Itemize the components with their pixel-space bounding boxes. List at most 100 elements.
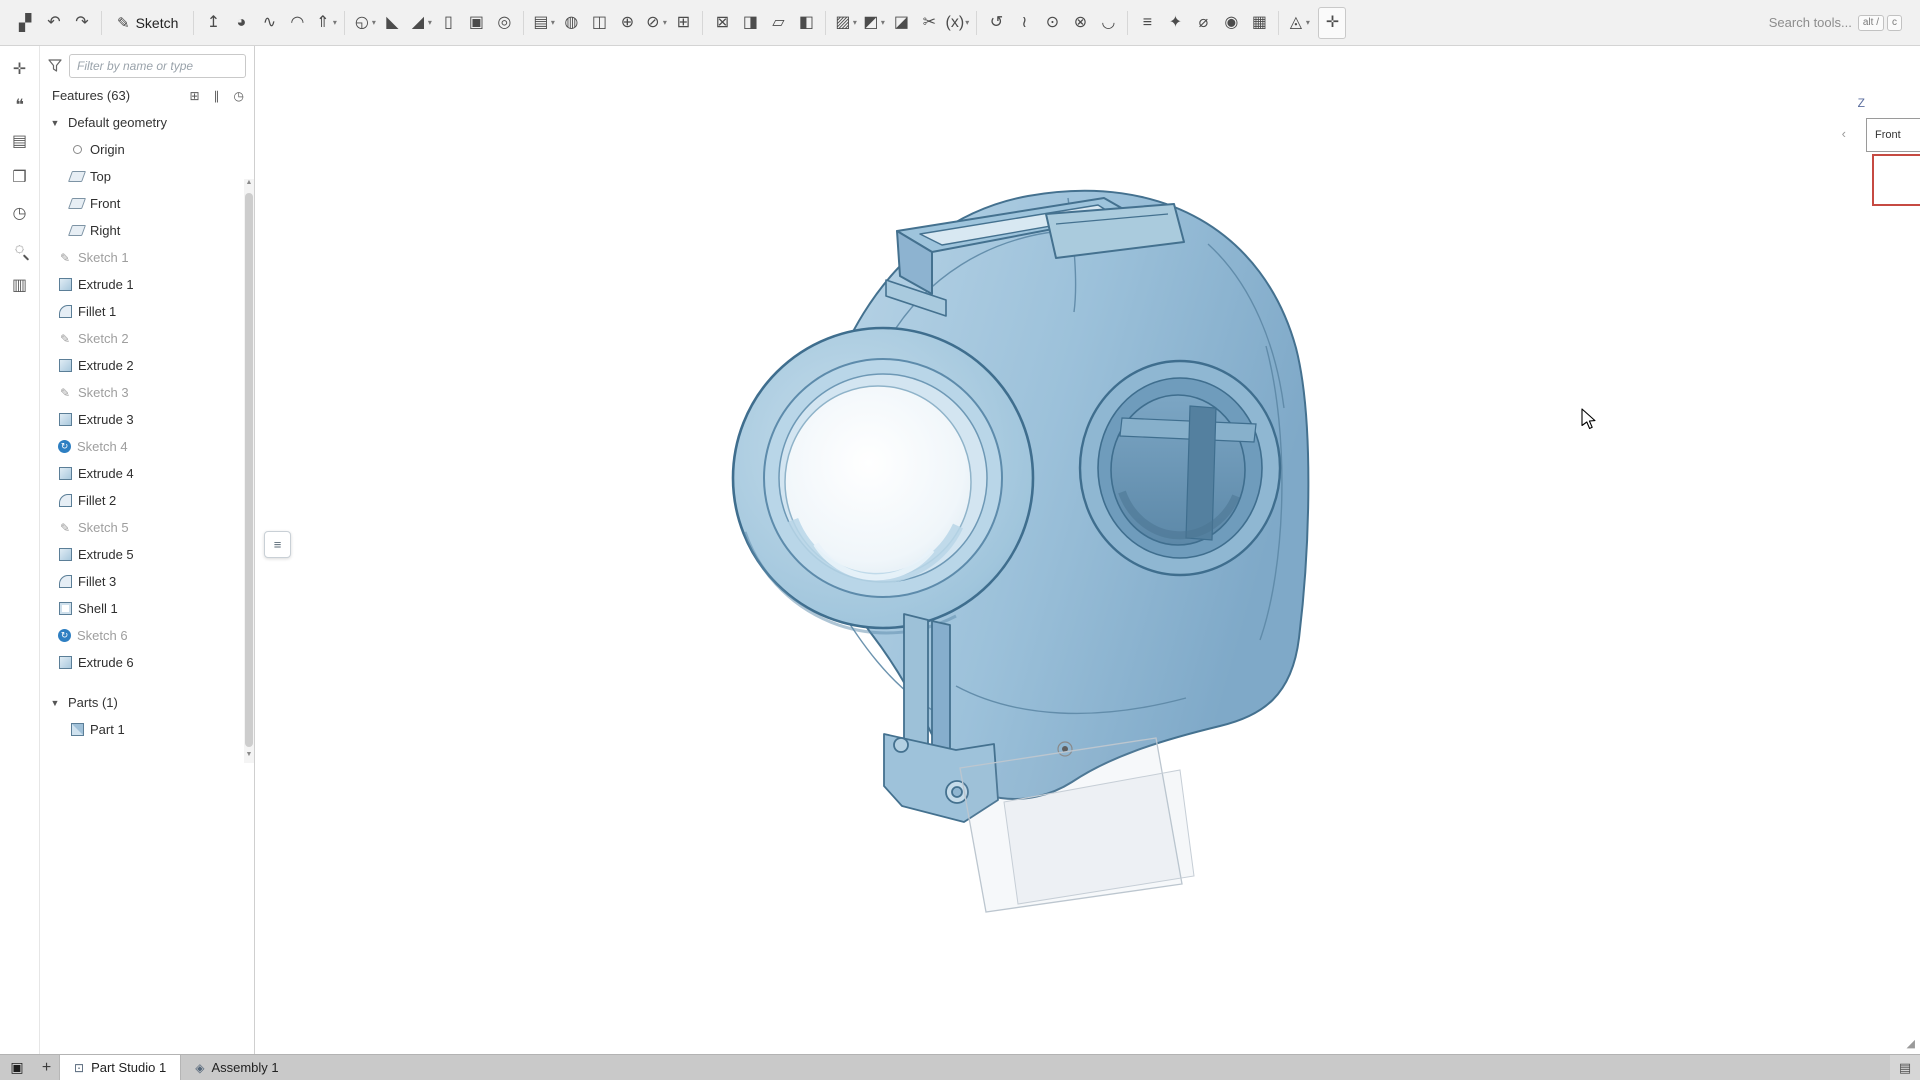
feature-row[interactable]: ✎Sketch 1 (40, 244, 254, 271)
chevron-down-icon[interactable]: ▼ (48, 118, 62, 128)
parts-list-button[interactable]: ❒ (4, 160, 36, 196)
feature-row[interactable]: Extrude 5 (40, 541, 254, 568)
offset-surface-button[interactable]: ▱ (764, 7, 792, 39)
feature-row[interactable]: Right (40, 217, 254, 244)
redo-button[interactable]: ↷ (68, 7, 96, 39)
extend-surface-button[interactable]: ◪ (887, 7, 915, 39)
parts-group[interactable]: ▼ Parts (1) (40, 689, 254, 716)
project-curve-button[interactable]: ⊙ (1038, 7, 1066, 39)
feature-row[interactable]: Part 1 (40, 716, 254, 743)
view-cube-front-face[interactable]: Front (1866, 118, 1920, 152)
feature-row[interactable]: ↻Sketch 6 (40, 622, 254, 649)
transform-button[interactable]: ⊞ (669, 7, 697, 39)
feature-row[interactable]: Extrude 4 (40, 460, 254, 487)
app-menu-icon[interactable]: ▞ (10, 7, 40, 39)
feature-row[interactable]: Extrude 3 (40, 406, 254, 433)
tab-part-studio[interactable]: ⊡ Part Studio 1 (60, 1055, 181, 1080)
feature-row[interactable]: Top (40, 163, 254, 190)
hole-button[interactable]: ◎ (490, 7, 518, 39)
tab-manager-button[interactable]: ▤ (1890, 1055, 1920, 1080)
search-button[interactable]: ◌ (4, 232, 36, 268)
frame-button[interactable]: ▦ (1245, 7, 1273, 39)
plane-icon (70, 197, 84, 211)
view-cube-edge[interactable] (1872, 154, 1920, 206)
suppress-icon[interactable]: ∥ (214, 89, 220, 103)
measure-button[interactable]: ⌀ (1189, 7, 1217, 39)
document-panel-button[interactable]: ▤ (4, 124, 36, 160)
feature-row[interactable]: Fillet 2 (40, 487, 254, 514)
rollback-icon[interactable]: ◷ (234, 89, 244, 103)
feature-list-button[interactable]: ▥ (4, 268, 36, 304)
extrude-button[interactable]: ↥ (199, 7, 227, 39)
search-tools[interactable]: Search tools... alt /c (1769, 15, 1910, 31)
move-face-button[interactable]: ◨ (736, 7, 764, 39)
draft-button[interactable]: ◢▾ (406, 7, 434, 39)
viewport[interactable]: ≡ Z ‹ Front ◢ (256, 46, 1920, 1054)
loft-button[interactable]: ◠ (283, 7, 311, 39)
feature-row[interactable]: Front (40, 190, 254, 217)
helix-button[interactable]: ↺ (982, 7, 1010, 39)
mate-connector-button[interactable]: ◉ (1217, 7, 1245, 39)
boolean-button[interactable]: ⊕ (613, 7, 641, 39)
split-button[interactable]: ⊘▾ (641, 7, 669, 39)
feature-row[interactable]: Extrude 1 (40, 271, 254, 298)
comment-button[interactable]: ❝ (4, 88, 36, 124)
undo-button[interactable]: ↶ (40, 7, 68, 39)
fillet-button[interactable]: ◵▾ (350, 7, 378, 39)
variable-button[interactable]: (x)▾ (943, 7, 971, 39)
thicken-button[interactable]: ⇑▾ (311, 7, 339, 39)
rib-button[interactable]: ▯ (434, 7, 462, 39)
linear-pattern-button[interactable]: ▤▾ (529, 7, 557, 39)
sweep-button[interactable]: ∿ (255, 7, 283, 39)
resize-corner-icon[interactable]: ◢ (1907, 1037, 1915, 1050)
chevron-down-icon[interactable]: ▼ (48, 698, 62, 708)
shell-button[interactable]: ▣ (462, 7, 490, 39)
boundary-surface-button[interactable]: ◩▾ (859, 7, 887, 39)
fill-surface-button[interactable]: ▨▾ (831, 7, 859, 39)
rollback-bar-handle[interactable]: ≡ (264, 531, 291, 558)
delete-part-button[interactable]: ⊠ (708, 7, 736, 39)
feature-row[interactable]: Fillet 1 (40, 298, 254, 325)
scroll-down-icon[interactable]: ▼ (244, 751, 254, 763)
feature-row[interactable]: Extrude 2 (40, 352, 254, 379)
replace-face-button[interactable]: ◧ (792, 7, 820, 39)
feature-row[interactable]: ✎Sketch 5 (40, 514, 254, 541)
default-geometry-group[interactable]: ▼ Default geometry (40, 109, 254, 136)
bridging-curve-button[interactable]: ◡ (1094, 7, 1122, 39)
feature-row[interactable]: ✎Sketch 3 (40, 379, 254, 406)
trim-surface-button[interactable]: ✂ (915, 7, 943, 39)
intersection-curve-button[interactable]: ⊗ (1066, 7, 1094, 39)
triad-move-button[interactable]: ✛ (4, 52, 36, 88)
sheet-metal-button[interactable]: ◬▾ (1284, 7, 1312, 39)
view-cube[interactable]: Z ‹ Front (1800, 74, 1920, 254)
chamfer-button[interactable]: ◣ (378, 7, 406, 39)
mirror-button[interactable]: ◫ (585, 7, 613, 39)
tag-button[interactable]: ✦ (1161, 7, 1189, 39)
feature-row[interactable]: Origin (40, 136, 254, 163)
feature-tree-scrollbar[interactable]: ▲ ▼ (244, 179, 254, 763)
add-tab-button[interactable]: + (34, 1055, 60, 1080)
3d-model[interactable] (256, 46, 1920, 1054)
feature-row[interactable]: Extrude 6 (40, 649, 254, 676)
scroll-up-icon[interactable]: ▲ (244, 179, 254, 191)
revolve-button[interactable]: ◕ (227, 7, 255, 39)
filter-input[interactable] (69, 54, 246, 78)
sketch-button[interactable]: ✎ Sketch (107, 7, 188, 39)
tab-assembly[interactable]: ◈ Assembly 1 (181, 1055, 292, 1080)
feature-row[interactable]: Shell 1 (40, 595, 254, 622)
composite-curve-button[interactable]: ≡ (1133, 7, 1161, 39)
feature-row[interactable]: Fillet 3 (40, 568, 254, 595)
capture-thumbnail-button[interactable]: ▣ (0, 1055, 34, 1080)
view-cube-rotate-icon[interactable]: ‹ (1842, 126, 1846, 141)
insert-here-icon[interactable]: ⊞ (189, 89, 199, 103)
left-strip: ✛❝▤❒◷◌▥ (0, 46, 40, 1054)
feature-row[interactable]: ↻Sketch 4 (40, 433, 254, 460)
spline-button[interactable]: ≀ (1010, 7, 1038, 39)
scrollbar-thumb[interactable] (245, 193, 253, 747)
circular-pattern-button[interactable]: ◍ (557, 7, 585, 39)
tag-icon: ✦ (1166, 15, 1184, 31)
feature-row[interactable]: ✎Sketch 2 (40, 325, 254, 352)
sketch-plane[interactable] (960, 738, 1194, 912)
history-button[interactable]: ◷ (4, 196, 36, 232)
center-target-button[interactable]: ✛ (1318, 7, 1346, 39)
